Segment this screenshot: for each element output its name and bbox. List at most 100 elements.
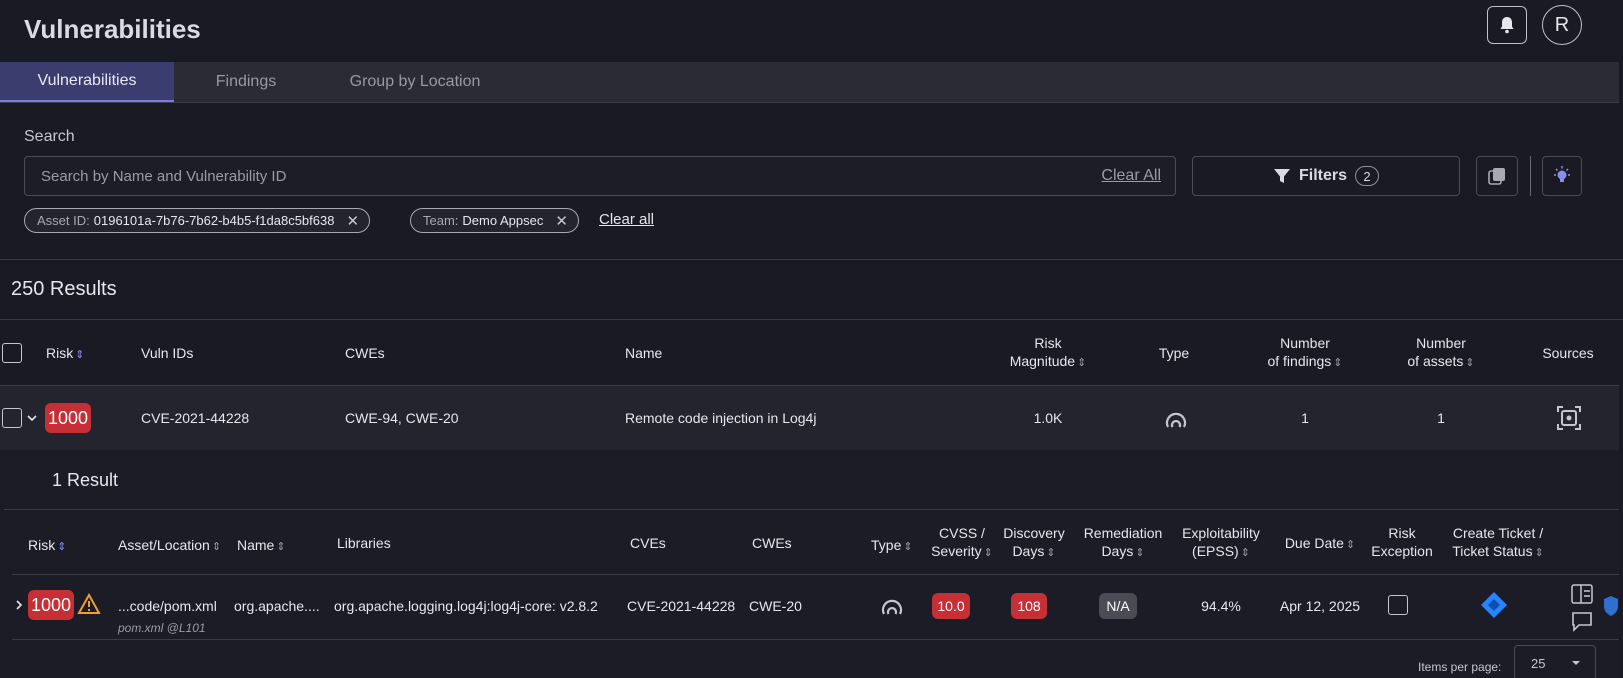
sub-header-due-date[interactable]: Due Date ⇕ bbox=[1278, 534, 1362, 554]
clear-search-link[interactable]: Clear All bbox=[1101, 167, 1161, 185]
search-input[interactable] bbox=[41, 157, 1071, 195]
sort-icon: ⇕ bbox=[57, 541, 67, 553]
sub-header-ticket[interactable]: Create Ticket / Ticket Status ⇕ bbox=[1442, 524, 1554, 562]
tab-group-by-location[interactable]: Group by Location bbox=[318, 62, 512, 102]
chevron-down-icon bbox=[1572, 661, 1580, 665]
tab-findings[interactable]: Findings bbox=[174, 62, 318, 102]
column-header-risk-magnitude[interactable]: Risk Magnitude ⇕ bbox=[1000, 334, 1096, 372]
divider bbox=[12, 639, 1619, 640]
table-row[interactable]: 1000 CVE-2021-44228 CWE-94, CWE-20 Remot… bbox=[0, 386, 1619, 450]
scanner-source-icon bbox=[1557, 406, 1581, 430]
column-header-risk[interactable]: Risk ⇕ bbox=[46, 344, 84, 364]
copy-icon bbox=[1488, 168, 1505, 185]
cvss-badge: 10.0 bbox=[932, 593, 970, 619]
risk-score-badge: 1000 bbox=[45, 403, 91, 433]
chip-value: Demo Appsec bbox=[462, 213, 544, 228]
sort-icon: ⇕ bbox=[1534, 547, 1544, 559]
due-date-value: Apr 12, 2025 bbox=[1279, 598, 1361, 614]
discovery-days-badge: 108 bbox=[1011, 593, 1047, 619]
chip-key: Asset ID: bbox=[37, 213, 90, 228]
cwe-value: CWE-20 bbox=[749, 598, 802, 614]
column-header-vuln-ids: Vuln IDs bbox=[141, 345, 194, 361]
risk-exception-checkbox[interactable] bbox=[1388, 595, 1408, 615]
sort-icon: ⇕ bbox=[1077, 357, 1087, 369]
finding-name: org.apache.... bbox=[234, 598, 320, 614]
divider bbox=[0, 319, 1623, 320]
sub-results-count: 1 Result bbox=[52, 470, 119, 490]
sub-header-risk[interactable]: Risk ⇕ bbox=[28, 536, 66, 556]
items-per-page-value: 25 bbox=[1531, 655, 1546, 671]
close-icon[interactable]: ✕ bbox=[346, 212, 359, 230]
insights-button[interactable] bbox=[1542, 156, 1582, 196]
sub-header-type[interactable]: Type ⇕ bbox=[871, 536, 913, 556]
column-header-sources: Sources bbox=[1542, 345, 1594, 361]
lightbulb-icon bbox=[1554, 166, 1570, 182]
finding-risk-badge: 1000 bbox=[28, 590, 74, 620]
library-value: org.apache.logging.log4j:log4j-core: v2.… bbox=[334, 598, 598, 614]
comment-icon[interactable] bbox=[1571, 610, 1593, 632]
filters-button[interactable]: Filters 2 bbox=[1192, 156, 1460, 196]
sub-header-asset-location[interactable]: Asset/Location ⇕ bbox=[118, 536, 221, 556]
column-header-number-of-findings[interactable]: Number of findings ⇕ bbox=[1252, 334, 1358, 372]
expanded-findings-panel: 1 Result Risk ⇕ Asset/Location ⇕ Name ⇕ Lib… bbox=[0, 450, 1619, 678]
findings-count: 1 bbox=[1301, 410, 1309, 426]
filters-label: Filters bbox=[1298, 167, 1347, 184]
items-per-page-label: Items per page: bbox=[1418, 660, 1502, 674]
sort-icon: ⇕ bbox=[1240, 547, 1250, 559]
filter-chip-team: Team: Demo Appsec ✕ bbox=[410, 208, 579, 233]
column-header-cwes: CWEs bbox=[345, 345, 385, 361]
sort-icon: ⇕ bbox=[1345, 539, 1356, 551]
sub-header-risk-exception: Risk Exception bbox=[1371, 525, 1433, 559]
clear-filters-link[interactable]: Clear all bbox=[599, 211, 654, 228]
epss-value: 94.4% bbox=[1201, 598, 1241, 614]
column-header-type: Type bbox=[1158, 345, 1190, 361]
tab-vulnerabilities[interactable]: Vulnerabilities bbox=[0, 62, 174, 102]
notifications-button[interactable] bbox=[1487, 6, 1527, 44]
divider bbox=[4, 509, 1619, 510]
sub-header-cvss[interactable]: CVSS / Severity ⇕ bbox=[924, 524, 1000, 562]
asset-location[interactable]: ...code/pom.xml bbox=[118, 598, 217, 614]
sort-icon: ⇕ bbox=[983, 547, 993, 559]
details-panel-icon[interactable] bbox=[1571, 584, 1593, 604]
column-header-name: Name bbox=[625, 345, 663, 361]
divider bbox=[0, 259, 1623, 260]
chevron-right-icon[interactable] bbox=[14, 600, 24, 610]
sub-header-libraries: Libraries bbox=[337, 535, 391, 551]
tab-bar: Vulnerabilities Findings Group by Locati… bbox=[0, 62, 1619, 103]
cwes-value: CWE-94, CWE-20 bbox=[345, 410, 459, 426]
column-header-number-of-assets[interactable]: Number of assets ⇕ bbox=[1398, 334, 1484, 372]
sort-icon: ⇕ bbox=[1135, 547, 1145, 559]
signal-icon bbox=[1165, 412, 1187, 428]
signal-icon bbox=[881, 599, 903, 615]
select-all-checkbox[interactable] bbox=[2, 343, 22, 363]
sub-header-cves: CVEs bbox=[630, 535, 666, 551]
search-label: Search bbox=[24, 128, 75, 145]
chevron-down-icon[interactable] bbox=[27, 413, 37, 423]
divider bbox=[12, 574, 1619, 575]
user-avatar[interactable]: R bbox=[1542, 5, 1582, 45]
sub-header-remediation-days[interactable]: Remediation Days ⇕ bbox=[1078, 524, 1168, 562]
sort-icon: ⇕ bbox=[1465, 357, 1475, 369]
shield-icon bbox=[1604, 596, 1618, 616]
jira-icon[interactable] bbox=[1480, 591, 1508, 619]
sort-icon: ⇕ bbox=[211, 541, 222, 553]
row-checkbox[interactable] bbox=[2, 408, 22, 428]
page-title: Vulnerabilities bbox=[24, 14, 201, 44]
filter-chip-asset-id: Asset ID: 0196101a-7b76-7b62-b4b5-f1da8c… bbox=[24, 208, 371, 233]
sort-icon: ⇕ bbox=[276, 541, 286, 553]
remediation-days-badge: N/A bbox=[1099, 593, 1137, 619]
chip-value: 0196101a-7b76-7b62-b4b5-f1da8c5bf638 bbox=[93, 213, 335, 228]
chip-key: Team: bbox=[423, 213, 459, 228]
warning-icon bbox=[77, 593, 101, 614]
vuln-id: CVE-2021-44228 bbox=[141, 410, 250, 426]
results-count: 250 Results bbox=[11, 278, 117, 300]
assets-count: 1 bbox=[1437, 410, 1445, 426]
sub-header-epss[interactable]: Exploitability (EPSS) ⇕ bbox=[1176, 524, 1266, 562]
copy-button[interactable] bbox=[1476, 156, 1518, 196]
close-icon[interactable]: ✕ bbox=[555, 212, 568, 230]
sub-header-discovery-days[interactable]: Discovery Days ⇕ bbox=[994, 524, 1074, 562]
sub-header-name[interactable]: Name ⇕ bbox=[237, 536, 286, 556]
risk-magnitude-value: 1.0K bbox=[1033, 410, 1063, 426]
items-per-page-select[interactable]: 25 bbox=[1514, 645, 1596, 678]
top-bar: Vulnerabilities R bbox=[0, 0, 1623, 62]
